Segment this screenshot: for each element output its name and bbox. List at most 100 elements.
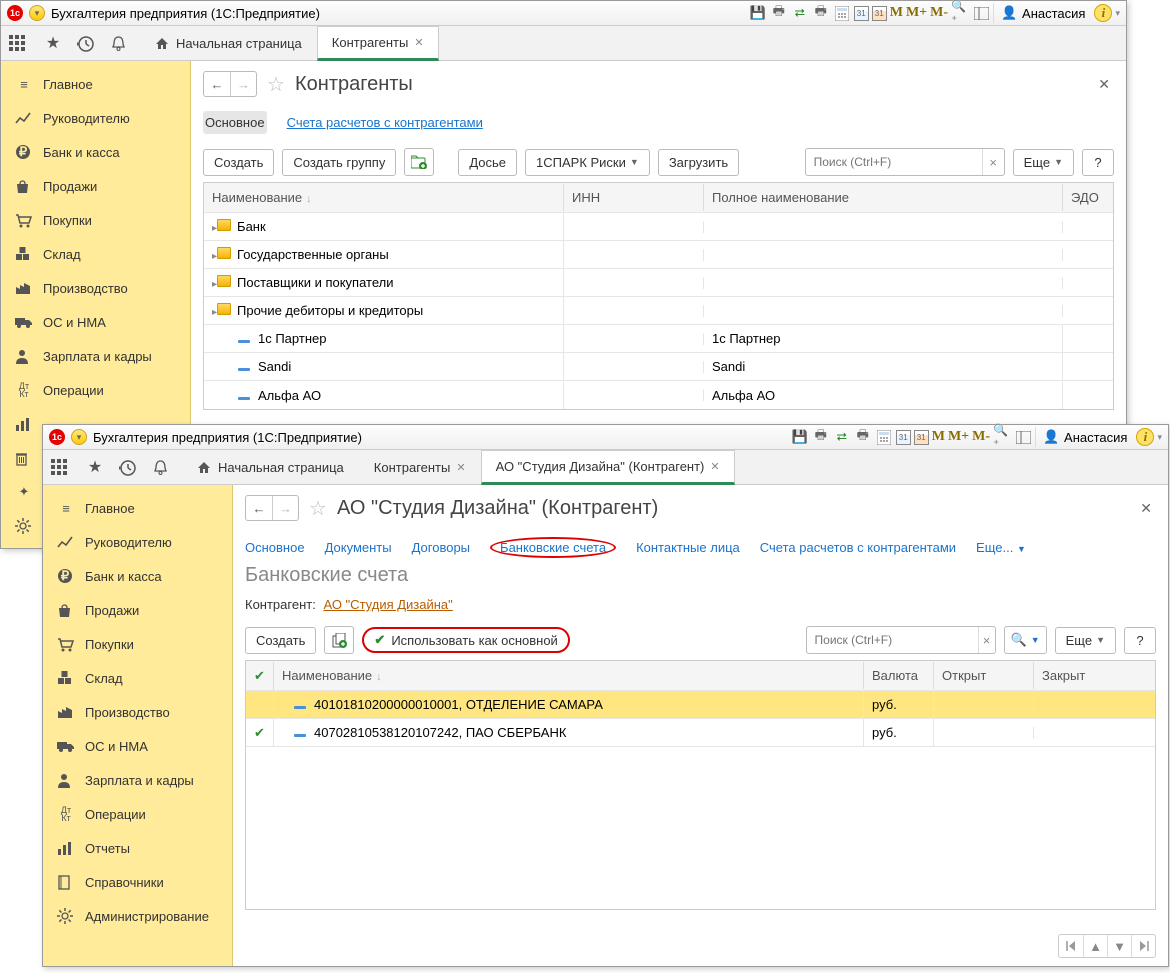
calendar-icon[interactable]: 31 (896, 430, 911, 445)
tab-contractors[interactable]: Контрагенты ✕ (317, 26, 439, 61)
col-closed[interactable]: Закрыт (1034, 662, 1155, 689)
favorites-star-icon[interactable]: ★ (85, 457, 105, 477)
list-item[interactable]: SandiSandi (204, 353, 1113, 381)
account-row[interactable]: 40101810200000010001, ОТДЕЛЕНИЕ САМАРА р… (246, 691, 1155, 719)
nav-bank-accounts[interactable]: Банковские счета (490, 537, 616, 558)
create-button[interactable]: Создать (203, 149, 274, 176)
sidebar-item-purchases[interactable]: Покупки (43, 627, 232, 661)
account-row[interactable]: ✔ 40702810538120107242, ПАО СБЕРБАНК руб… (246, 719, 1155, 747)
sidebar-item-sales[interactable]: Продажи (43, 593, 232, 627)
search-box[interactable]: × (805, 148, 1005, 176)
history-icon[interactable] (119, 459, 139, 476)
memory-m[interactable]: M (932, 429, 945, 445)
panels-icon[interactable] (972, 4, 990, 22)
list-item[interactable]: 1с Партнер1с Партнер (204, 325, 1113, 353)
col-name[interactable]: Наименование (212, 190, 302, 205)
tab-close-icon[interactable]: ✕ (710, 460, 719, 473)
sidebar-item-stock[interactable]: Склад (1, 237, 190, 271)
favorites-star-icon[interactable]: ★ (43, 33, 63, 53)
sidebar-item-main[interactable]: ≡Главное (1, 67, 190, 101)
col-inn[interactable]: ИНН (564, 184, 704, 211)
subtab-main[interactable]: Основное (203, 111, 267, 134)
print-icon[interactable]: 🖶 (770, 4, 788, 22)
print2-icon[interactable]: 🖶 (854, 428, 872, 446)
sidebar-item-manager[interactable]: Руководителю (1, 101, 190, 135)
help-button[interactable]: ? (1124, 627, 1156, 654)
col-currency[interactable]: Валюта (864, 662, 934, 689)
bell-icon[interactable] (111, 35, 131, 52)
nav-back-button[interactable]: ← (246, 496, 272, 520)
memory-mplus[interactable]: M+ (948, 429, 969, 445)
save-icon[interactable]: 💾 (749, 4, 767, 22)
sidebar-item-assets[interactable]: ОС и НМА (1, 305, 190, 339)
page-last-button[interactable] (1131, 935, 1155, 957)
sidebar-item-assets[interactable]: ОС и НМА (43, 729, 232, 763)
find-button[interactable]: 🔍 ▼ (1004, 626, 1047, 654)
subtab-accounts[interactable]: Счета расчетов с контрагентами (285, 111, 485, 134)
user-name[interactable]: Анастасия (1022, 6, 1085, 21)
sidebar-item-manager[interactable]: Руководителю (43, 525, 232, 559)
save-icon[interactable]: 💾 (791, 428, 809, 446)
col-edo[interactable]: ЭДО (1063, 184, 1113, 211)
nav-main[interactable]: Основное (245, 540, 305, 555)
col-opened[interactable]: Открыт (934, 662, 1034, 689)
search-input[interactable] (806, 155, 982, 169)
panels-icon[interactable] (1014, 428, 1032, 446)
search-clear-button[interactable]: × (978, 627, 995, 653)
sidebar-item-operations[interactable]: ДтКтОперации (43, 797, 232, 831)
history-icon[interactable] (77, 35, 97, 52)
search-input[interactable] (807, 633, 978, 647)
contractor-link[interactable]: АО "Студия Дизайна" (323, 597, 452, 612)
menu-round-button[interactable]: ▾ (71, 429, 87, 445)
zoom-icon[interactable]: 🔍⁺ (951, 4, 969, 22)
sidebar-item-reports[interactable]: Отчеты (43, 831, 232, 865)
favorite-star-button[interactable]: ☆ (265, 73, 287, 95)
info-button[interactable]: i (1094, 4, 1112, 22)
nav-more[interactable]: Еще... ▼ (976, 540, 1026, 555)
print-icon[interactable]: 🖶 (812, 428, 830, 446)
close-page-button[interactable]: ✕ (1136, 496, 1156, 521)
tab-studio[interactable]: АО "Студия Дизайна" (Контрагент) ✕ (481, 450, 735, 485)
compare-icon[interactable]: ⮂ (833, 428, 851, 446)
sidebar-item-main[interactable]: ≡Главное (43, 491, 232, 525)
page-up-button[interactable]: ▲ (1083, 935, 1107, 957)
sidebar-item-purchases[interactable]: Покупки (1, 203, 190, 237)
nav-back-button[interactable]: ← (204, 72, 230, 96)
nav-accounts[interactable]: Счета расчетов с контрагентами (760, 540, 956, 555)
memory-m[interactable]: M (890, 5, 903, 21)
close-page-button[interactable]: ✕ (1094, 72, 1114, 97)
sidebar-item-stock[interactable]: Склад (43, 661, 232, 695)
folder-row[interactable]: ▸Банк (204, 213, 1113, 241)
bell-icon[interactable] (153, 459, 173, 476)
help-button[interactable]: ? (1082, 149, 1114, 176)
search-box[interactable]: × (806, 626, 996, 654)
nav-contracts[interactable]: Договоры (412, 540, 470, 555)
folder-row[interactable]: ▸Прочие дебиторы и кредиторы (204, 297, 1113, 325)
add-folder-button[interactable] (404, 148, 434, 176)
set-main-button[interactable]: ✔Использовать как основной (362, 627, 569, 653)
compare-icon[interactable]: ⮂ (791, 4, 809, 22)
memory-mminus[interactable]: M- (930, 5, 948, 21)
tab-close-icon[interactable]: ✕ (414, 36, 423, 49)
memory-mplus[interactable]: M+ (906, 5, 927, 21)
nav-forward-button[interactable]: → (272, 496, 298, 520)
folder-row[interactable]: ▸Поставщики и покупатели (204, 269, 1113, 297)
more-button[interactable]: Еще▼ (1013, 149, 1074, 176)
col-main-check[interactable]: ✔ (246, 662, 274, 690)
folder-row[interactable]: ▸Государственные органы (204, 241, 1113, 269)
sidebar-item-bank[interactable]: ₽Банк и касса (1, 135, 190, 169)
sidebar-item-bank[interactable]: ₽Банк и касса (43, 559, 232, 593)
col-full[interactable]: Полное наименование (704, 184, 1063, 211)
dossier-button[interactable]: Досье (458, 149, 517, 176)
sidebar-item-production[interactable]: Производство (1, 271, 190, 305)
calendar2-icon[interactable]: 31 (872, 6, 887, 21)
sidebar-item-admin[interactable]: Администрирование (43, 899, 232, 933)
sidebar-item-dictionaries[interactable]: Справочники (43, 865, 232, 899)
nav-docs[interactable]: Документы (325, 540, 392, 555)
user-name[interactable]: Анастасия (1064, 430, 1127, 445)
tab-home[interactable]: Начальная страница (139, 26, 317, 60)
page-down-button[interactable]: ▼ (1107, 935, 1131, 957)
tab-home[interactable]: Начальная страница (181, 450, 359, 484)
sidebar-item-production[interactable]: Производство (43, 695, 232, 729)
tab-contractors[interactable]: Контрагенты ✕ (359, 450, 481, 484)
